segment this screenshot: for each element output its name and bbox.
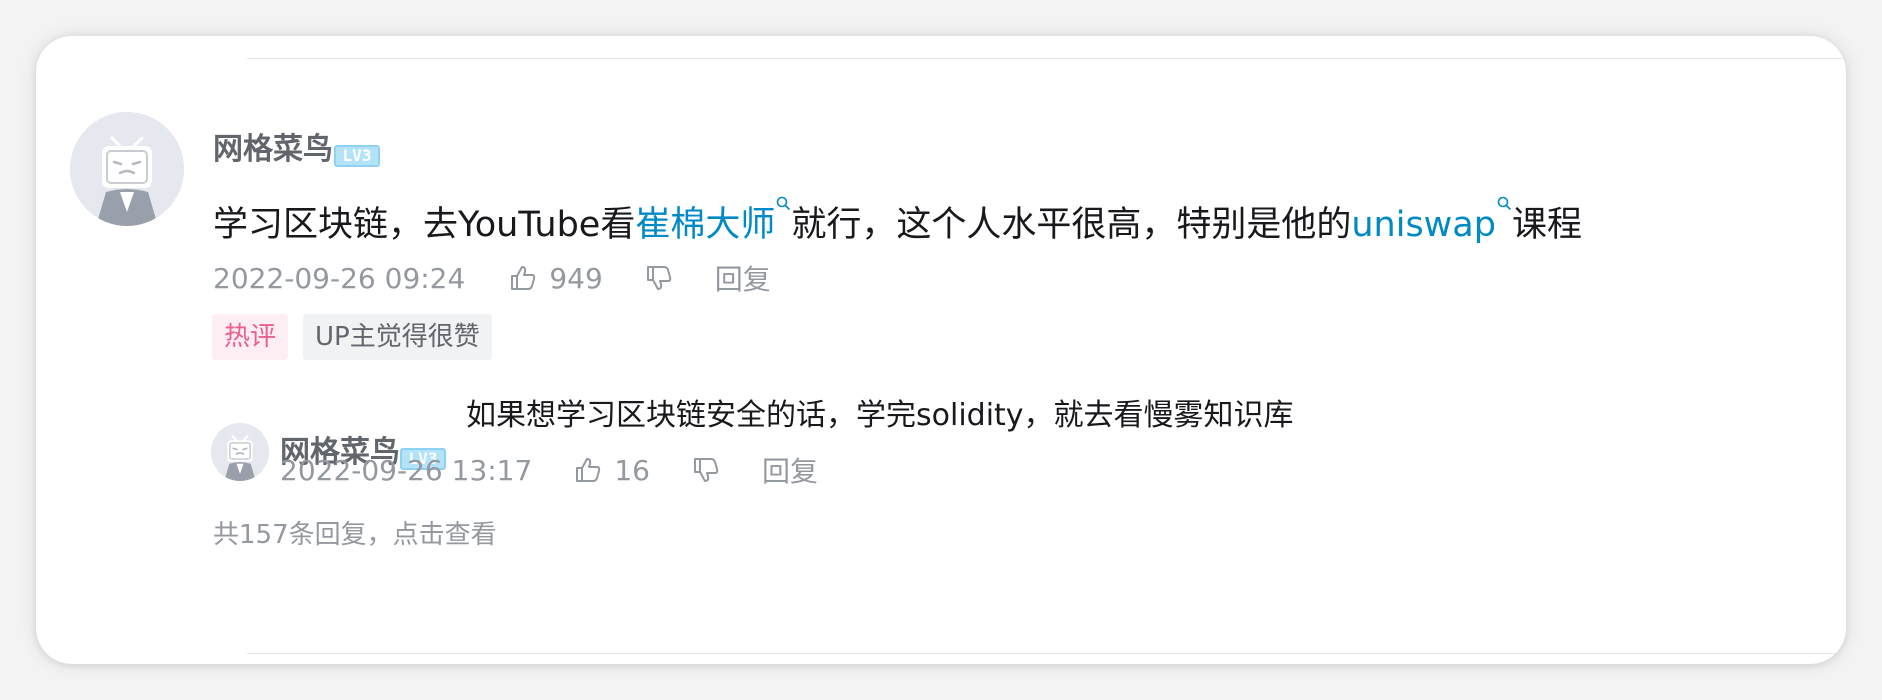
search-icon[interactable] xyxy=(1496,196,1512,218)
divider-top xyxy=(247,58,1846,59)
thumbs-up-icon xyxy=(576,458,601,482)
comment-text-part: 课程 xyxy=(1511,205,1582,245)
comment-time: 2022-09-26 09:24 xyxy=(213,261,466,295)
thumbs-down-icon xyxy=(693,458,719,482)
reply-time: 2022-09-26 13:17 xyxy=(280,453,533,487)
comment-meta: 2022-09-26 09:24 949 回复 xyxy=(213,258,771,298)
search-icon[interactable] xyxy=(775,196,791,218)
like-button[interactable]: 16 xyxy=(574,454,650,487)
comment-text-part: 学习区块链，去YouTube看 xyxy=(213,205,636,245)
like-button[interactable]: 949 xyxy=(509,261,603,295)
comment-card: 网格菜鸟 LV3 学习区块链，去YouTube看崔棉大师 就行，这个人水平很高，特… xyxy=(36,36,1846,664)
tv-mascot-avatar-icon xyxy=(211,423,269,481)
reply-meta: 2022-09-26 13:17 16 回复 xyxy=(280,450,818,490)
keyword-link[interactable]: uniswap xyxy=(1351,205,1496,245)
dislike-button[interactable] xyxy=(692,456,720,484)
hot-comment-tag: 热评 xyxy=(212,314,289,360)
keyword-link[interactable]: 崔棉大师 xyxy=(635,205,775,245)
divider-bottom xyxy=(247,653,1846,654)
level-badge: LV3 xyxy=(334,145,380,167)
comment-text-part: 就行，这个人水平很高，特别是他的 xyxy=(791,205,1352,245)
reply-button[interactable]: 回复 xyxy=(762,450,818,490)
tv-mascot-avatar-icon xyxy=(70,112,184,226)
reply-avatar[interactable] xyxy=(211,423,269,481)
avatar[interactable] xyxy=(70,112,184,226)
thumbs-up-icon xyxy=(511,266,536,290)
reply-button[interactable]: 回复 xyxy=(715,258,771,298)
like-count: 16 xyxy=(614,453,650,487)
reply-text: 如果想学习区块链安全的话，学完solidity，就去看慢雾知识库 xyxy=(466,398,1294,433)
comment-text: 学习区块链，去YouTube看崔棉大师 就行，这个人水平很高，特别是他的unisw… xyxy=(213,196,1582,247)
dislike-button[interactable] xyxy=(645,264,673,292)
up-liked-tag: UP主觉得很赞 xyxy=(303,314,492,360)
thumbs-down-icon xyxy=(646,266,672,290)
view-more-replies-link[interactable]: 共157条回复，点击查看 xyxy=(213,514,497,551)
like-count: 949 xyxy=(549,261,603,295)
comment-username[interactable]: 网格菜鸟 xyxy=(213,124,333,168)
